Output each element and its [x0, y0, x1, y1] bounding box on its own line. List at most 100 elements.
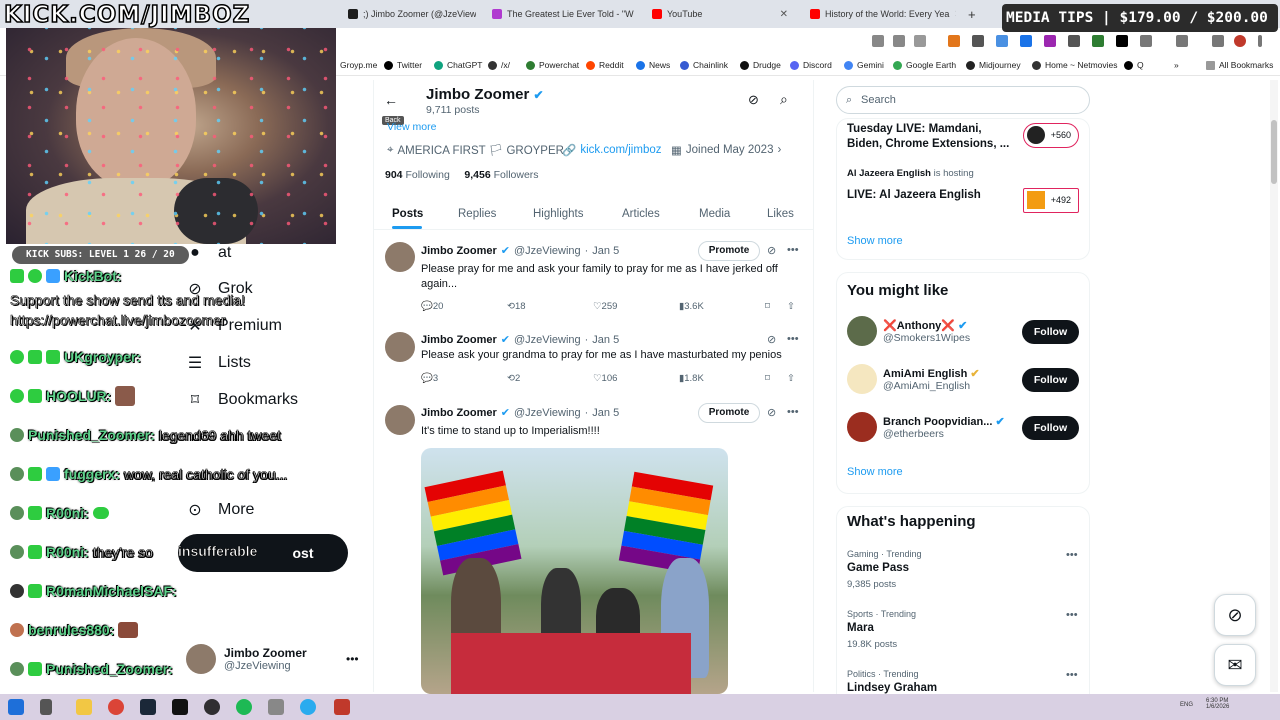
tweet-date[interactable]: Jan 5	[592, 245, 619, 257]
promote-button[interactable]: Promote	[698, 241, 760, 261]
shield-extension-icon[interactable]	[972, 35, 984, 47]
obs-icon[interactable]	[204, 699, 220, 715]
back-arrow-icon[interactable]: ←	[384, 92, 402, 110]
windows-start-icon[interactable]	[8, 699, 24, 715]
bookmark-item[interactable]: ChatGPT	[434, 60, 482, 70]
extension-icon[interactable]	[1044, 35, 1056, 47]
tab-likes[interactable]: Likes	[767, 208, 794, 220]
bookmark-item[interactable]: Google Earth	[893, 60, 956, 70]
more-options-icon[interactable]: •••	[787, 333, 799, 345]
views-button[interactable]: ▮ 3.6K	[679, 301, 704, 312]
puzzle-icon[interactable]	[1140, 35, 1152, 47]
bookmark-item[interactable]: Reddit	[586, 60, 624, 70]
link-text[interactable]: kick.com/jimboz	[580, 144, 661, 156]
extension-icon[interactable]	[1092, 35, 1104, 47]
following-link[interactable]: 904 Following	[385, 169, 450, 181]
bookmark-item[interactable]: Q	[1124, 60, 1144, 70]
profile-link[interactable]: 🔗 kick.com/jimboz	[562, 143, 661, 157]
repost-button[interactable]: ⟲ 2	[507, 373, 520, 384]
zoom-icon[interactable]	[893, 35, 905, 47]
trend-name[interactable]: Lindsey Graham	[847, 682, 937, 694]
more-options-icon[interactable]: •••	[346, 652, 359, 666]
tweet-handle[interactable]: @JzeViewing	[514, 407, 581, 419]
trend-name[interactable]: Mara	[847, 622, 874, 634]
app-icon[interactable]	[268, 699, 284, 715]
follow-button[interactable]: Follow	[1022, 320, 1079, 344]
avatar[interactable]	[385, 332, 415, 362]
like-button[interactable]: ♡ 259	[593, 301, 617, 312]
more-options-icon[interactable]: •••	[1066, 549, 1078, 561]
tab-highlights[interactable]: Highlights	[533, 208, 584, 220]
avatar[interactable]	[385, 405, 415, 435]
messages-float-button[interactable]: ✉	[1214, 644, 1256, 686]
task-view-icon[interactable]	[40, 699, 52, 715]
reply-button[interactable]: 💬 20	[421, 301, 443, 312]
nav-item-bookmarks[interactable]: ⌑ Bookmarks	[186, 391, 298, 409]
host-name[interactable]: Al Jazeera English	[847, 168, 931, 179]
suggestion-row[interactable]: Branch Poopvidian... ✔ @etherbeers	[847, 412, 1005, 442]
more-options-icon[interactable]: •••	[1066, 609, 1078, 621]
tweet-author[interactable]: Jimbo Zoomer	[421, 407, 497, 419]
bookmark-item[interactable]: News	[636, 60, 670, 70]
file-explorer-icon[interactable]	[76, 699, 92, 715]
tab-media[interactable]: Media	[699, 208, 730, 220]
tab-replies[interactable]: Replies	[458, 208, 496, 220]
clock[interactable]: 6:30 PM 1/6/2026	[1206, 698, 1229, 710]
profile-icon[interactable]	[1234, 35, 1246, 47]
bookmark-item[interactable]: Discord	[790, 60, 832, 70]
extension-icon[interactable]	[1068, 35, 1080, 47]
followers-link[interactable]: 9,456 Followers	[464, 169, 538, 181]
reply-button[interactable]: 💬 3	[421, 373, 438, 384]
grok-icon[interactable]: ⊘	[767, 244, 776, 257]
grok-float-button[interactable]: ⊘	[1214, 594, 1256, 636]
download-icon[interactable]	[1212, 35, 1224, 47]
x-extension-icon[interactable]	[1116, 35, 1128, 47]
repost-button[interactable]: ⟲ 18	[507, 301, 526, 312]
new-tab-button[interactable]: +	[960, 3, 980, 25]
views-button[interactable]: ▮ 1.8K	[679, 373, 704, 384]
view-more-link[interactable]: View more	[387, 121, 436, 133]
live-space-title[interactable]: Tuesday LIVE: Mamdani, Biden, Chrome Ext…	[847, 122, 1017, 152]
browser-tab[interactable]: ;) Jimbo Zoomer (@JzeViewi ✕	[340, 3, 476, 25]
tweet-photo[interactable]	[421, 448, 728, 694]
screencast-icon[interactable]	[872, 35, 884, 47]
browser-tab[interactable]: The Greatest Lie Ever Told - "W ✕	[484, 3, 636, 25]
bookmark-item[interactable]: Midjourney	[966, 60, 1021, 70]
follow-button[interactable]: Follow	[1022, 368, 1079, 392]
browser-tab[interactable]: History of the World: Every Yea ✕	[802, 3, 956, 25]
show-more-link[interactable]: Show more	[847, 235, 903, 247]
bookmark-item[interactable]: Twitter	[384, 60, 422, 70]
close-tab-icon[interactable]: ✕	[780, 9, 788, 20]
bookmark-icon[interactable]: ⌑	[765, 301, 770, 312]
suggestion-row[interactable]: AmiAmi English ✔ @AmiAmi_English	[847, 364, 980, 394]
tweet-author[interactable]: Jimbo Zoomer	[421, 334, 497, 346]
more-options-icon[interactable]: •••	[1066, 669, 1078, 681]
suggestion-row[interactable]: ❌Anthony❌ ✔ @Smokers1Wipes	[847, 316, 970, 346]
nav-item-lists[interactable]: ☰ Lists	[186, 354, 251, 372]
search-icon[interactable]: ⌕	[780, 91, 788, 108]
tweet-date[interactable]: Jan 5	[592, 334, 619, 346]
bookmark-item[interactable]: Home ~ Netmovies	[1032, 60, 1118, 70]
telegram-icon[interactable]	[300, 699, 316, 715]
grok-icon[interactable]: ⊘	[767, 333, 776, 346]
share-icon[interactable]: ⇧	[787, 301, 795, 312]
search-input[interactable]: ⌕ Search	[836, 86, 1090, 114]
account-switcher[interactable]: Jimbo Zoomer @JzeViewing	[186, 644, 307, 674]
menu-icon[interactable]	[1258, 35, 1262, 47]
bookmark-item[interactable]: Chainlink	[680, 60, 728, 70]
share-icon[interactable]: ⇧	[787, 373, 795, 384]
terminal-icon[interactable]	[172, 699, 188, 715]
extension-icon[interactable]	[996, 35, 1008, 47]
tweet-author[interactable]: Jimbo Zoomer	[421, 245, 497, 257]
close-tab-icon[interactable]: ✕	[954, 9, 956, 20]
bookmarks-overflow-icon[interactable]: »	[1174, 60, 1179, 70]
bookmark-item[interactable]: /x/	[488, 60, 510, 70]
bookmark-item[interactable]: Drudge	[740, 60, 781, 70]
metamask-icon[interactable]	[948, 35, 960, 47]
chrome-icon[interactable]	[108, 699, 124, 715]
scrollbar-thumb[interactable]	[1271, 120, 1277, 184]
grok-icon[interactable]: ⊘	[748, 92, 759, 108]
tab-posts[interactable]: Posts	[392, 208, 423, 220]
sidebar-icon[interactable]	[1176, 35, 1188, 47]
nav-chat-partial[interactable]: ● at	[186, 244, 231, 262]
